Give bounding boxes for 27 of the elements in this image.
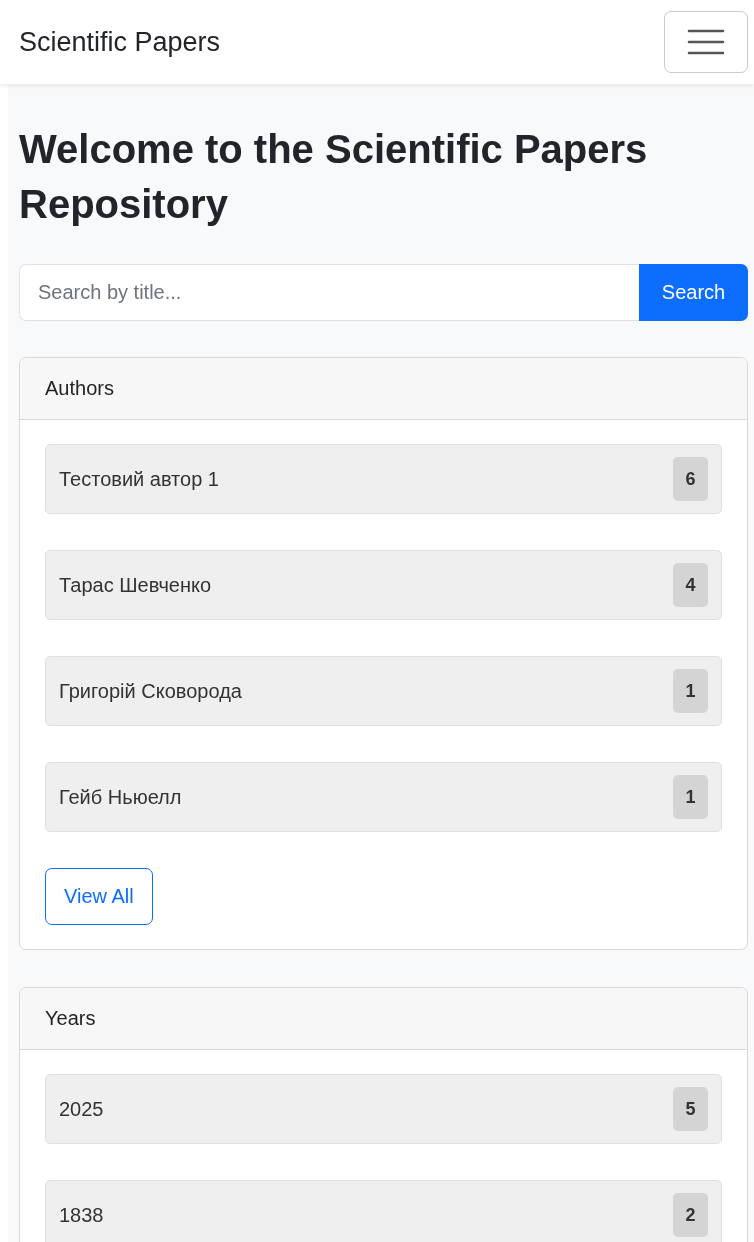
item-label: 2025 xyxy=(59,1097,104,1121)
card-title: Years xyxy=(45,1007,96,1030)
page-heading: Welcome to the Scientific Papers Repository xyxy=(19,126,649,228)
search-field[interactable]: Search by title... xyxy=(19,264,639,321)
count-badge: 1 xyxy=(673,669,708,713)
item-label: Тестовий автор 1 xyxy=(59,467,219,491)
list-item[interactable]: Тарас Шевченко 4 xyxy=(45,550,722,620)
brand-link[interactable]: Scientific Papers xyxy=(19,26,221,58)
count-badge: 1 xyxy=(673,775,708,819)
count-badge: 2 xyxy=(673,1193,708,1237)
list-item[interactable]: Тестовий автор 1 6 xyxy=(45,444,722,514)
count-badge: 4 xyxy=(673,563,708,607)
list-item[interactable]: Гейб Ньюелл 1 xyxy=(45,762,722,832)
item-label: Гейб Ньюелл xyxy=(59,785,182,809)
item-label: Григорій Сковорода xyxy=(59,679,242,703)
menu-icon xyxy=(687,27,725,57)
list-item[interactable]: Григорій Сковорода 1 xyxy=(45,656,722,726)
list-item[interactable]: 2025 5 xyxy=(45,1074,722,1144)
menu-button[interactable] xyxy=(664,11,748,73)
search-button[interactable]: Search xyxy=(639,264,748,321)
item-label: Тарас Шевченко xyxy=(59,573,212,597)
view-all-button[interactable]: View All xyxy=(45,868,153,925)
card-title: Authors xyxy=(45,377,114,400)
count-badge: 6 xyxy=(673,457,708,501)
list-item[interactable]: 1838 2 xyxy=(45,1180,722,1242)
count-badge: 5 xyxy=(673,1087,708,1131)
item-label: 1838 xyxy=(59,1203,104,1227)
